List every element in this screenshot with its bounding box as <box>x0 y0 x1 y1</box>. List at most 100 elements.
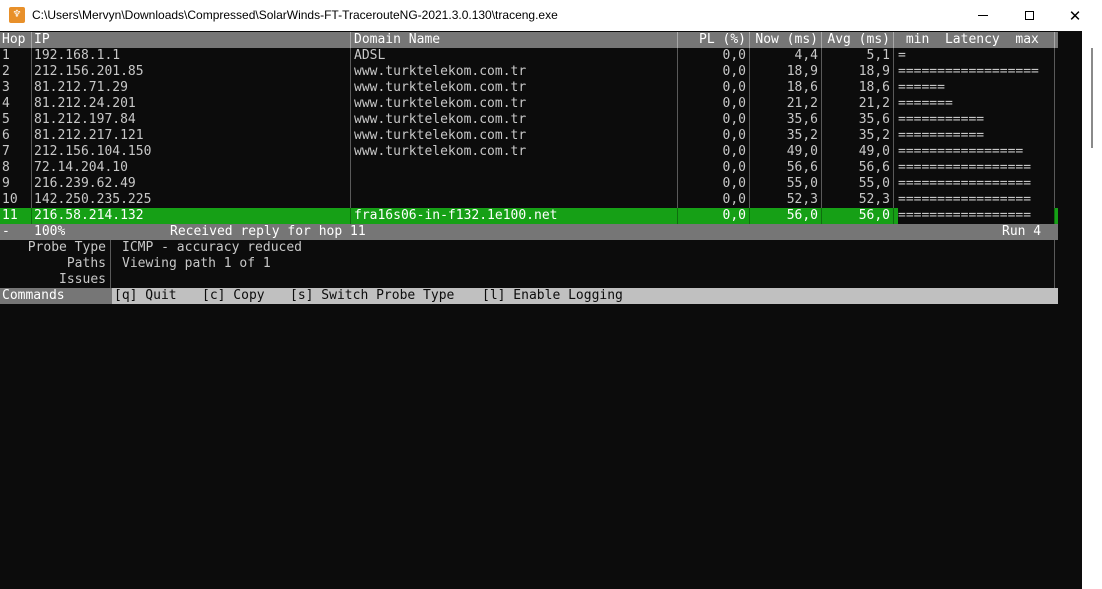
column-divider <box>31 208 32 224</box>
domain-cell <box>354 192 676 208</box>
column-divider <box>677 160 678 176</box>
column-divider <box>350 208 351 224</box>
hop-cell: 1 <box>2 48 10 63</box>
column-divider <box>749 32 750 48</box>
hop-cell: 5 <box>2 112 10 127</box>
column-divider <box>31 160 32 176</box>
column-divider <box>350 32 351 48</box>
table-row[interactable]: 8 72.14.204.10 0,0 56,6 56,6 ================… <box>0 160 1058 176</box>
enable-logging-command[interactable]: [l] Enable Logging <box>482 288 623 304</box>
info-probe-type: Probe Type ICMP - accuracy reduced <box>0 240 1058 256</box>
header-hop: Hop <box>2 32 26 47</box>
close-button[interactable]: ✕ <box>1052 0 1098 31</box>
column-divider <box>893 48 894 64</box>
table-row[interactable]: 2 212.156.201.85 www.turktelekom.com.tr 0,0… <box>0 64 1058 80</box>
table-row[interactable]: 3 81.212.71.29 www.turktelekom.com.tr 0,0 18… <box>0 80 1058 96</box>
column-divider <box>1054 144 1055 160</box>
header-now: Now (ms) <box>755 32 818 47</box>
domain-cell <box>354 160 676 176</box>
scrollbar-thumb[interactable] <box>1091 48 1093 148</box>
table-row[interactable]: 1 192.168.1.1 ADSL 0,0 4,4 5,1 = <box>0 48 1058 64</box>
column-divider <box>31 176 32 192</box>
now-ms-cell: 55,0 <box>786 176 818 191</box>
column-divider <box>31 64 32 80</box>
ip-cell: 81.212.24.201 <box>34 96 136 111</box>
column-divider <box>821 32 822 48</box>
column-divider <box>893 192 894 208</box>
table-row[interactable]: 9 216.239.62.49 0,0 55,0 55,0 ===============… <box>0 176 1058 192</box>
ip-cell: 192.168.1.1 <box>34 48 121 63</box>
table-row[interactable]: 5 81.212.197.84 www.turktelekom.com.tr 0,0 3… <box>0 112 1058 128</box>
latency-bar-cell: ================= <box>898 208 1054 224</box>
column-divider <box>677 48 678 64</box>
latency-bar-cell: ================= <box>898 176 1032 191</box>
copy-command[interactable]: [c] Copy <box>202 288 265 304</box>
table-row[interactable]: 11 216.58.214.132 fra16s06-in-f132.1e100.n… <box>0 208 1058 224</box>
ip-cell: 72.14.204.10 <box>34 160 128 175</box>
column-divider <box>31 96 32 112</box>
table-row[interactable]: 6 81.212.217.121 www.turktelekom.com.tr 0,0… <box>0 128 1058 144</box>
column-divider <box>1054 128 1055 144</box>
maximize-button[interactable] <box>1006 0 1052 31</box>
packet-loss-cell: 0,0 <box>722 160 746 175</box>
ip-cell: 216.58.214.132 <box>34 208 144 223</box>
switch-probe-type-command[interactable]: [s] Switch Probe Type <box>290 288 454 304</box>
now-ms-cell: 21,2 <box>786 96 818 111</box>
column-divider <box>31 192 32 208</box>
packet-loss-cell: 0,0 <box>722 192 746 207</box>
status-dash: - <box>2 224 10 239</box>
info-divider <box>110 256 111 272</box>
table-row[interactable]: 10 142.250.235.225 0,0 52,3 52,3 ============… <box>0 192 1058 208</box>
header-latency: min Latency max <box>898 32 1039 47</box>
column-divider <box>350 80 351 96</box>
ip-cell: 81.212.197.84 <box>34 112 136 127</box>
column-divider <box>749 192 750 208</box>
latency-bar-cell: =========== <box>898 112 985 127</box>
column-divider <box>821 128 822 144</box>
column-divider <box>821 112 822 128</box>
column-divider <box>821 192 822 208</box>
ip-cell: 81.212.217.121 <box>34 128 144 143</box>
column-divider <box>350 160 351 176</box>
column-divider <box>893 112 894 128</box>
column-divider <box>821 96 822 112</box>
now-ms-cell: 4,4 <box>794 48 818 63</box>
packet-loss-cell: 0,0 <box>722 208 746 223</box>
domain-cell: www.turktelekom.com.tr <box>354 96 527 111</box>
minimize-button[interactable] <box>960 0 1006 31</box>
column-divider <box>677 64 678 80</box>
column-divider <box>821 176 822 192</box>
quit-command[interactable]: [q] Quit <box>114 288 177 304</box>
column-divider <box>677 32 678 48</box>
table-row[interactable]: 4 81.212.24.201 www.turktelekom.com.tr 0,0 2… <box>0 96 1058 112</box>
table-row[interactable]: 7 212.156.104.150 www.turktelekom.com.tr 0,… <box>0 144 1058 160</box>
now-ms-cell: 52,3 <box>786 192 818 207</box>
status-percent: 100% <box>34 224 66 239</box>
avg-ms-cell: 18,6 <box>858 80 890 95</box>
column-divider <box>1054 48 1055 64</box>
maximize-icon <box>1024 11 1034 20</box>
domain-cell: www.turktelekom.com.tr <box>354 112 527 127</box>
info-value: Viewing path 1 of 1 <box>122 256 271 271</box>
domain-cell: ADSL <box>354 48 386 63</box>
column-divider <box>31 80 32 96</box>
column-divider <box>893 32 894 48</box>
column-divider <box>31 128 32 144</box>
status-message: Received reply for hop 11 <box>170 224 366 239</box>
column-divider <box>749 80 750 96</box>
info-edge <box>1054 256 1055 272</box>
column-divider <box>893 176 894 192</box>
latency-bar-cell: ======= <box>898 96 953 111</box>
info-edge <box>1054 240 1055 256</box>
column-divider <box>677 192 678 208</box>
column-divider <box>893 80 894 96</box>
minimize-icon <box>978 15 988 16</box>
commands-bar: Commands [q] Quit [c] Copy [s] Switch Pr… <box>0 288 1058 304</box>
header-ip: IP <box>34 32 50 47</box>
ip-cell: 81.212.71.29 <box>34 80 128 95</box>
avg-ms-cell: 56,0 <box>858 208 890 223</box>
avg-ms-cell: 35,2 <box>858 128 890 143</box>
column-divider <box>893 96 894 112</box>
column-divider <box>893 208 894 224</box>
latency-bar-cell: ====== <box>898 80 945 95</box>
